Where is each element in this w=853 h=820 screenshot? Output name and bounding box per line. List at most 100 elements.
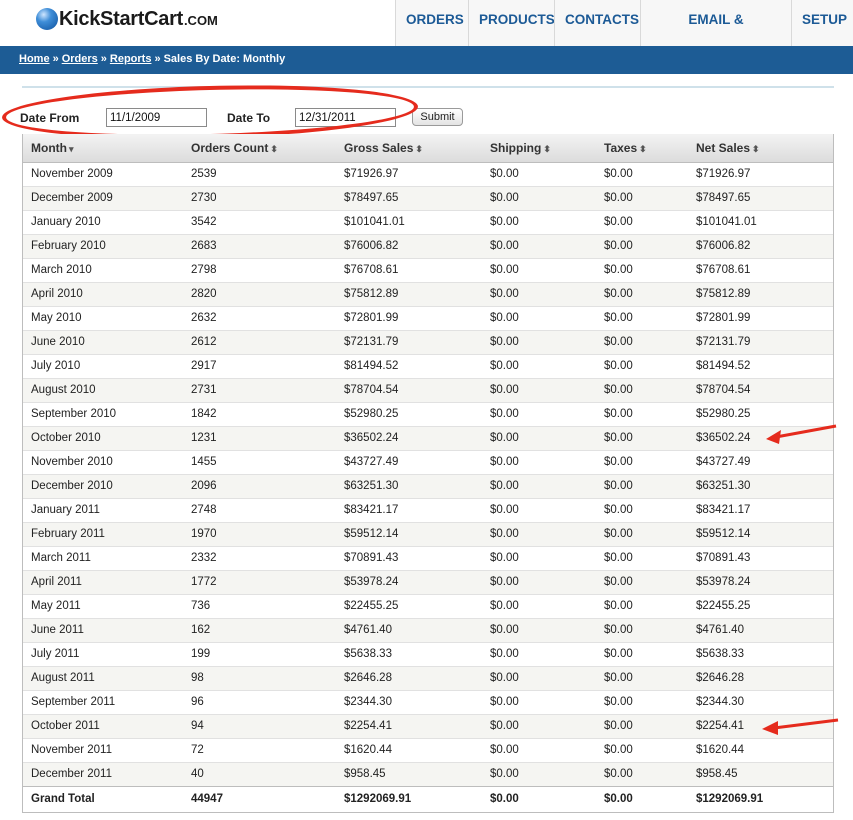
table-row: October 2010 1231 $36502.24 $0.00 $0.00 $3650… [23,425,833,450]
cell-month: July 2011 [23,641,183,666]
cell-net-sales: $1620.44 [688,737,833,762]
sort-icon[interactable]: ⬍ [752,144,760,154]
cell-taxes: $0.00 [596,761,688,786]
cell-orders-count: 2917 [183,353,336,378]
breadcrumb-orders-link[interactable]: Orders [62,53,98,65]
cell-gross-sales: $5638.33 [336,641,482,666]
cell-gross-sales: $2254.41 [336,713,482,738]
cell-orders-count: 94 [183,713,336,738]
cell-orders-count: 2731 [183,377,336,402]
cell-taxes: $0.00 [596,161,688,186]
column-header-label: Net Sales [696,140,751,155]
sort-icon[interactable]: ⬍ [543,144,551,154]
column-header-month[interactable]: Month ▾ [23,134,183,163]
nav-setup[interactable]: SETUP [791,0,853,46]
cell-gross-sales: $75812.89 [336,281,482,306]
table-header-row: Month ▾ Orders Count ⬍ Gross Sales ⬍ Shipping ⬍… [23,134,833,163]
nav-orders[interactable]: ORDERS [395,0,468,46]
cell-month: December 2011 [23,761,183,786]
table-row: December 2011 40 $958.45 $0.00 $0.00 $958.45 [23,761,833,786]
cell-net-sales: $76708.61 [688,257,833,282]
sort-icon[interactable]: ⬍ [270,144,278,154]
table-row: November 2009 2539 $71926.97 $0.00 $0.00 $719… [23,161,833,186]
cell-gross-sales: $958.45 [336,761,482,786]
cell-gross-sales: $63251.30 [336,473,482,498]
cell-month: March 2011 [23,545,183,570]
breadcrumb-reports-link[interactable]: Reports [110,53,152,65]
cell-orders-count: 72 [183,737,336,762]
cell-taxes: $0.00 [596,377,688,402]
table-row: August 2011 98 $2646.28 $0.00 $0.00 $2646.28 [23,665,833,690]
cell-gross-sales: $72801.99 [336,305,482,330]
table-row: April 2010 2820 $75812.89 $0.00 $0.00 $75812.… [23,281,833,306]
cell-taxes: $0.00 [596,665,688,690]
sort-icon[interactable]: ⬍ [639,144,647,154]
breadcrumb-separator: » [52,53,59,65]
cell-shipping: $0.00 [482,425,596,450]
cell-orders-count: 2730 [183,185,336,210]
cell-net-sales: $76006.82 [688,233,833,258]
cell-taxes: $0.00 [596,353,688,378]
column-header-net-sales[interactable]: Net Sales ⬍ [688,134,833,163]
cell-gross-sales: $4761.40 [336,617,482,642]
sort-icon[interactable]: ⬍ [415,144,423,154]
column-header-label: Gross Sales [344,140,414,155]
cell-taxes: $0.00 [596,617,688,642]
cell-orders-count: 2748 [183,497,336,522]
date-from-input[interactable] [106,108,207,127]
nav-email-marketing[interactable]: EMAIL & MARKETING [640,0,791,67]
column-header-gross-sales[interactable]: Gross Sales ⬍ [336,134,482,163]
total-taxes: $0.00 [596,785,688,812]
date-to-input[interactable] [295,108,396,127]
cell-shipping: $0.00 [482,257,596,282]
cell-orders-count: 1970 [183,521,336,546]
cell-net-sales: $43727.49 [688,449,833,474]
cell-taxes: $0.00 [596,449,688,474]
cell-taxes: $0.00 [596,545,688,570]
table-row: June 2010 2612 $72131.79 $0.00 $0.00 $72131.7… [23,329,833,354]
main-nav: ORDERS PRODUCTS CONTACTS EMAIL & MARKETI… [395,0,853,67]
cell-orders-count: 1772 [183,569,336,594]
column-header-orders-count[interactable]: Orders Count ⬍ [183,134,336,163]
cell-shipping: $0.00 [482,569,596,594]
breadcrumb-home-link[interactable]: Home [19,53,50,65]
cell-month: August 2011 [23,665,183,690]
cell-net-sales: $81494.52 [688,353,833,378]
cell-net-sales: $101041.01 [688,209,833,234]
table-row: April 2011 1772 $53978.24 $0.00 $0.00 $53978.… [23,569,833,594]
cell-shipping: $0.00 [482,377,596,402]
table-row: August 2010 2731 $78704.54 $0.00 $0.00 $78704… [23,377,833,402]
sort-icon[interactable]: ▾ [69,144,74,154]
cell-taxes: $0.00 [596,569,688,594]
cell-taxes: $0.00 [596,473,688,498]
table-row: January 2010 3542 $101041.01 $0.00 $0.00 $101… [23,209,833,234]
table-row: February 2010 2683 $76006.82 $0.00 $0.00 $760… [23,233,833,258]
cell-shipping: $0.00 [482,401,596,426]
cell-net-sales: $75812.89 [688,281,833,306]
submit-button[interactable]: Submit [412,108,463,126]
table-row: January 2011 2748 $83421.17 $0.00 $0.00 $8342… [23,497,833,522]
total-orders-count: 44947 [183,785,336,812]
cell-net-sales: $22455.25 [688,593,833,618]
cell-orders-count: 162 [183,617,336,642]
cell-net-sales: $2646.28 [688,665,833,690]
cell-month: June 2010 [23,329,183,354]
nav-products[interactable]: PRODUCTS [468,0,555,46]
cell-orders-count: 2096 [183,473,336,498]
sales-table-container: Month ▾ Orders Count ⬍ Gross Sales ⬍ Shipping ⬍… [22,134,834,813]
column-header-shipping[interactable]: Shipping ⬍ [482,134,596,163]
cell-net-sales: $2344.30 [688,689,833,714]
table-row: June 2011 162 $4761.40 $0.00 $0.00 $4761.40 [23,617,833,642]
cell-month: November 2009 [23,161,183,186]
cell-net-sales: $52980.25 [688,401,833,426]
table-row: December 2010 2096 $63251.30 $0.00 $0.00 $632… [23,473,833,498]
kickstartcart-logo[interactable]: KickStartCart .COM [36,6,218,32]
nav-contacts[interactable]: CONTACTS [554,0,640,46]
column-header-label: Shipping [490,140,542,155]
cell-month: May 2011 [23,593,183,618]
table-body: November 2009 2539 $71926.97 $0.00 $0.00 $719… [23,161,833,786]
cell-orders-count: 2798 [183,257,336,282]
column-header-taxes[interactable]: Taxes ⬍ [596,134,688,163]
cell-net-sales: $2254.41 [688,713,833,738]
cell-month: July 2010 [23,353,183,378]
